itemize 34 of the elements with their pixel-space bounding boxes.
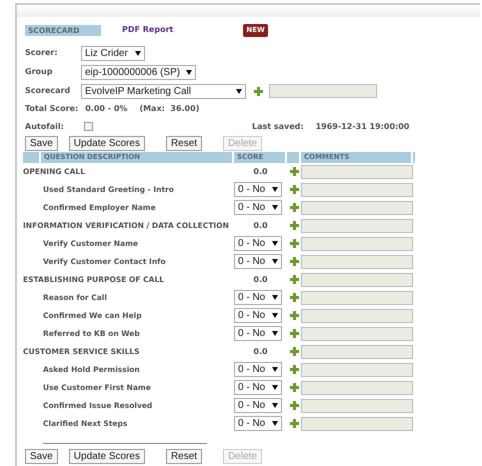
score-dropdown[interactable]: 0 - No bbox=[234, 200, 282, 215]
field-label: Group bbox=[25, 66, 54, 78]
score-dropdown[interactable]: 0 - No bbox=[234, 398, 282, 413]
section-score: 0.0 bbox=[253, 346, 268, 358]
scorecard-dropdown[interactable]: EvolveIP Marketing Call bbox=[81, 84, 246, 98]
last-saved-label: Last saved: bbox=[252, 120, 304, 132]
score-dropdown[interactable]: 0 - No bbox=[234, 416, 282, 431]
group-dropdown[interactable]: eip-1000000006 (SP) bbox=[81, 64, 196, 80]
reset-button[interactable]: Reset bbox=[166, 136, 202, 150]
score-dropdown[interactable]: 0 - No bbox=[234, 254, 282, 269]
score-dropdown[interactable]: 0 - No bbox=[234, 182, 282, 197]
max-score: (Max: 36.00) bbox=[139, 102, 200, 114]
total-score-value: 0.00 - 0% bbox=[85, 102, 128, 114]
score-dropdown[interactable]: 0 - No bbox=[234, 308, 282, 323]
pdf-report-link[interactable]: PDF Report bbox=[122, 24, 174, 36]
score-dropdown[interactable]: 0 - No bbox=[234, 236, 282, 251]
scorer-dropdown[interactable]: Liz Crider bbox=[81, 46, 145, 60]
reset-button[interactable]: Reset bbox=[166, 448, 202, 464]
field-label: Scorer: bbox=[25, 47, 59, 59]
save-button[interactable]: Save bbox=[25, 448, 58, 464]
section-score: 0.0 bbox=[253, 274, 268, 286]
autofail-label: Autofail: bbox=[25, 120, 65, 132]
save-button[interactable]: Save bbox=[25, 136, 58, 150]
section-score: 0.0 bbox=[253, 220, 268, 232]
score-dropdown[interactable]: 0 - No bbox=[234, 326, 282, 341]
update-scores-button[interactable]: Update Scores bbox=[68, 448, 145, 464]
score-dropdown[interactable]: 0 - No bbox=[234, 362, 282, 377]
section-score: 0.0 bbox=[253, 166, 268, 178]
score-dropdown[interactable]: 0 - No bbox=[234, 380, 282, 395]
field-label: Scorecard bbox=[25, 85, 72, 97]
score-dropdown[interactable]: 0 - No bbox=[234, 290, 282, 305]
last-saved-value: 1969-12-31 19:00:00 bbox=[316, 120, 410, 132]
total-score-label: Total Score: bbox=[25, 102, 78, 114]
update-scores-button[interactable]: Update Scores bbox=[68, 136, 145, 150]
